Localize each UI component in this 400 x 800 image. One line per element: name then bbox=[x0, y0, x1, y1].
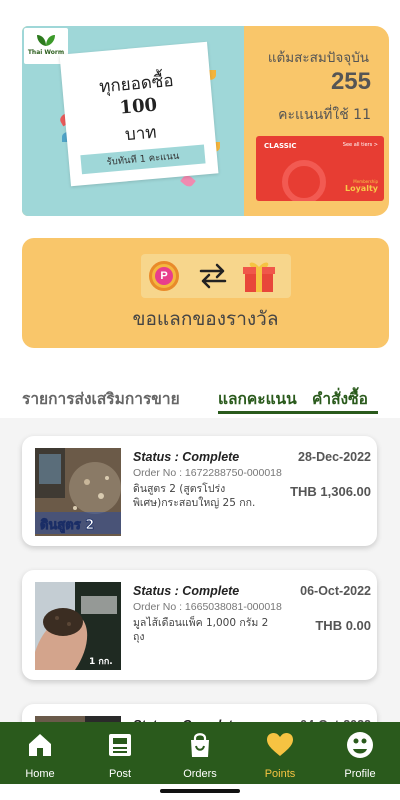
nav-label: Orders bbox=[183, 768, 217, 780]
nav-home[interactable]: Home bbox=[0, 722, 80, 784]
promo-card: ทุกยอดซื้อ 100 บาท รับทันที 1 คะแนน bbox=[59, 41, 219, 187]
order-card[interactable]: 1 กก. Status : Complete 06-Oct-2022 Orde… bbox=[22, 570, 377, 680]
swap-arrows-icon bbox=[199, 263, 227, 289]
points-used: คะแนนที่ใช้ 11 bbox=[278, 107, 371, 123]
order-date: 06-Oct-2022 bbox=[300, 584, 371, 598]
image-caption: 1 กก. bbox=[89, 657, 113, 667]
see-all-tiers-link[interactable]: See all tiers > bbox=[343, 142, 378, 148]
active-tab-indicator bbox=[218, 411, 378, 414]
bottom-navigation: Home Post Orders Points Profile bbox=[0, 722, 400, 784]
card-tier: CLASSIC bbox=[264, 142, 297, 150]
post-icon bbox=[109, 734, 131, 756]
product-image: ดินสูตร 2 bbox=[35, 448, 121, 536]
nav-label: Profile bbox=[344, 768, 376, 780]
nav-post[interactable]: Post bbox=[80, 722, 160, 784]
promo-panel: Thai Worm ทุกยอดซื้อ 100 บาท รับทันที 1 … bbox=[22, 26, 244, 216]
order-status: Status : Complete bbox=[133, 584, 240, 598]
orders-list: ดินสูตร 2 Status : Complete 28-Dec-2022 … bbox=[0, 418, 400, 800]
gift-icon bbox=[243, 262, 275, 292]
tab-redeem-points[interactable]: แลกคะแนน bbox=[218, 386, 297, 411]
points-value: 255 bbox=[330, 68, 371, 95]
order-card[interactable]: ดินสูตร 2 Status : Complete 28-Dec-2022 … bbox=[22, 436, 377, 546]
nav-label: Home bbox=[25, 768, 55, 780]
tab-bar: รายการส่งเสริมการขาย แลกคะแนน คำสั่งซื้อ bbox=[22, 386, 378, 414]
order-price: THB 0.00 bbox=[315, 618, 371, 633]
points-coin-icon: P bbox=[149, 261, 179, 291]
card-decoration bbox=[282, 160, 326, 201]
image-caption: ดินสูตร 2 bbox=[40, 518, 94, 533]
order-status: Status : Complete bbox=[133, 450, 240, 464]
profile-icon bbox=[347, 732, 373, 758]
nav-label: Post bbox=[108, 768, 131, 780]
points-summary: แต้มสะสมปัจจุบัน 255 คะแนนที่ใช้ 11 CLAS… bbox=[244, 26, 389, 216]
order-price: THB 1,306.00 bbox=[290, 484, 371, 499]
product-name: ดินสูตร 2 (สูตรโปร่ง พิเศษ)กระสอบใหญ่ 25… bbox=[133, 483, 256, 509]
system-home-bar bbox=[0, 784, 400, 800]
redeem-label: ขอแลกของรางวัล bbox=[132, 308, 279, 330]
order-date: 28-Dec-2022 bbox=[298, 450, 371, 464]
redeem-rewards-button[interactable]: P ขอแลกของรางวัล bbox=[22, 238, 389, 348]
nav-label: Points bbox=[264, 768, 296, 780]
points-label: แต้มสะสมปัจจุบัน bbox=[267, 50, 369, 66]
home-icon bbox=[29, 734, 51, 756]
home-indicator[interactable] bbox=[160, 789, 240, 793]
product-image: 1 กก. bbox=[35, 582, 121, 670]
membership-card[interactable]: CLASSIC See all tiers > Membership Loyal… bbox=[256, 136, 384, 201]
nav-points[interactable]: Points bbox=[240, 722, 320, 784]
nav-profile[interactable]: Profile bbox=[320, 722, 400, 784]
nav-orders[interactable]: Orders bbox=[160, 722, 240, 784]
tab-orders[interactable]: คำสั่งซื้อ bbox=[312, 386, 368, 411]
tab-promotions[interactable]: รายการส่งเสริมการขาย bbox=[22, 386, 180, 411]
redeem-icons: P bbox=[141, 254, 291, 298]
order-number: Order No : 1672288750-000018 bbox=[133, 467, 282, 479]
card-brand: Loyalty bbox=[345, 184, 378, 193]
coin-letter: P bbox=[155, 267, 173, 285]
points-banner: Thai Worm ทุกยอดซื้อ 100 บาท รับทันที 1 … bbox=[22, 26, 389, 216]
shopping-bag-icon bbox=[191, 733, 209, 757]
product-name: มูลไส้เดือนแพ็ค 1,000 กรัม 2 ถุง bbox=[133, 617, 269, 643]
heart-icon bbox=[267, 733, 293, 756]
order-number: Order No : 1665038081-000018 bbox=[133, 601, 282, 613]
leaf-icon bbox=[37, 35, 55, 46]
